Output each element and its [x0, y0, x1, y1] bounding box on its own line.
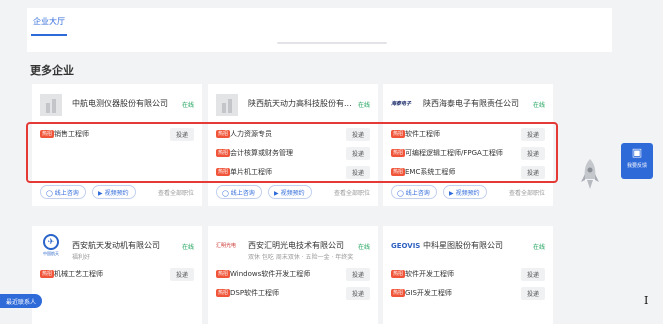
company-tags: 福利好 [72, 254, 91, 261]
company-logo-placeholder-icon [216, 94, 238, 116]
apply-button[interactable]: 投递 [520, 287, 545, 300]
card-actions: ◯ 线上咨询 ▶ 视频预约 查看全部职位 [216, 185, 370, 199]
job-title[interactable]: Windows软件开发工程师 [230, 269, 310, 279]
video-label: 视频预约 [455, 190, 480, 197]
apply-button[interactable]: 投递 [169, 268, 194, 281]
job-item[interactable]: 热招 软件开发工程师 投递 [391, 268, 545, 281]
company-logo: ✈ 中国航天 [40, 234, 62, 256]
video-label: 视频预约 [280, 190, 305, 197]
company-logo: 海泰电子 [391, 101, 412, 107]
job-title[interactable]: 软件开发工程师 [405, 269, 454, 279]
job-item[interactable]: 热招 机械工艺工程师 投递 [40, 268, 194, 281]
view-all-jobs-link[interactable]: 查看全部职位 [158, 188, 194, 197]
consult-label: 线上咨询 [230, 190, 255, 197]
company-logo-caption: 中国航天 [43, 251, 59, 256]
company-name[interactable]: 中科星图股份有限公司 [423, 240, 503, 251]
text-cursor-icon: I [644, 294, 649, 307]
feedback-button[interactable]: ▣ 我要反馈 [621, 143, 653, 179]
job-title[interactable]: 机械工艺工程师 [54, 269, 103, 279]
company-tags: 双休 包吃 周末双休 · 五险一金 · 年终奖 [248, 254, 354, 261]
card-actions: ◯ 线上咨询 ▶ 视频预约 查看全部职位 [391, 185, 545, 199]
rocket-icon[interactable] [580, 158, 600, 192]
consult-button[interactable]: ◯ 线上咨询 [40, 185, 86, 199]
online-badge: 在线 [181, 244, 194, 251]
apply-button[interactable]: 投递 [520, 268, 545, 281]
video-appointment-button[interactable]: ▶ 视频预约 [443, 185, 487, 199]
company-name[interactable]: 陕西航天动力高科技股份有... [248, 98, 352, 109]
scroll-indicator[interactable] [277, 42, 387, 44]
enterprise-hall-panel: 企业大厅 [27, 8, 612, 52]
aerospace-logo-icon: ✈ [43, 234, 59, 250]
video-appointment-button[interactable]: ▶ 视频预约 [268, 185, 312, 199]
video-icon: ▶ [449, 190, 454, 197]
company-logo-placeholder-icon [40, 94, 62, 116]
consult-button[interactable]: ◯ 线上咨询 [216, 185, 262, 199]
job-item[interactable]: 热招 GIS开发工程师 投递 [391, 287, 545, 300]
company-name[interactable]: 西安航天发动机有限公司 [72, 240, 160, 251]
online-badge: 在线 [357, 102, 370, 109]
company-name[interactable]: 中航电测仪器股份有限公司 [72, 98, 168, 109]
feedback-label: 我要反馈 [626, 163, 647, 169]
consult-label: 线上咨询 [405, 190, 430, 197]
job-title[interactable]: GIS开发工程师 [405, 288, 452, 298]
chat-icon: ◯ [397, 190, 404, 197]
job-title[interactable]: DSP软件工程师 [230, 288, 279, 298]
apply-button[interactable]: 投递 [345, 287, 370, 300]
company-name[interactable]: 西安汇明光电技术有限公司 [248, 240, 344, 251]
hot-badge: 热招 [216, 289, 231, 297]
company-name[interactable]: 陕西海泰电子有限责任公司 [423, 98, 519, 109]
company-card[interactable]: GEOVIS 中科星图股份有限公司 在线 热招 软件开发工程师 投递 热招 GI… [383, 226, 553, 324]
hot-badge: 热招 [40, 270, 55, 278]
video-icon: ▶ [274, 190, 279, 197]
view-all-jobs-link[interactable]: 查看全部职位 [334, 188, 370, 197]
view-all-jobs-link[interactable]: 查看全部职位 [509, 188, 545, 197]
card-actions: ◯ 线上咨询 ▶ 视频预约 查看全部职位 [40, 185, 194, 199]
job-item[interactable]: 热招 Windows软件开发工程师 投递 [216, 268, 370, 281]
online-badge: 在线 [181, 102, 194, 109]
apply-button[interactable]: 投递 [345, 268, 370, 281]
job-item[interactable]: 热招 DSP软件工程师 投递 [216, 287, 370, 300]
recent-contacts-button[interactable]: 最近联系人 [0, 294, 43, 308]
company-card[interactable]: 汇明光电 西安汇明光电技术有限公司 双休 包吃 周末双休 · 五险一金 · 年终… [208, 226, 378, 324]
company-logo: 汇明光电 [216, 243, 237, 249]
video-label: 视频预约 [104, 190, 129, 197]
consult-label: 线上咨询 [54, 190, 79, 197]
hot-badge: 热招 [391, 270, 406, 278]
company-card[interactable]: ✈ 中国航天 西安航天发动机有限公司 福利好 在线 热招 机械工艺工程师 投递 [32, 226, 202, 324]
online-badge: 在线 [357, 244, 370, 251]
consult-button[interactable]: ◯ 线上咨询 [391, 185, 437, 199]
tab-enterprise-hall[interactable]: 企业大厅 [33, 16, 65, 27]
company-logo: GEOVIS [391, 242, 421, 250]
online-badge: 在线 [532, 244, 545, 251]
tab-active-indicator [31, 34, 67, 36]
highlight-box [26, 122, 558, 183]
video-icon: ▶ [98, 190, 103, 197]
section-title: 更多企业 [30, 64, 74, 77]
online-badge: 在线 [532, 102, 545, 109]
message-icon: ▣ [631, 146, 643, 159]
hot-badge: 热招 [391, 289, 406, 297]
video-appointment-button[interactable]: ▶ 视频预约 [92, 185, 136, 199]
hot-badge: 热招 [216, 270, 231, 278]
chat-icon: ◯ [222, 190, 229, 197]
chat-icon: ◯ [46, 190, 53, 197]
